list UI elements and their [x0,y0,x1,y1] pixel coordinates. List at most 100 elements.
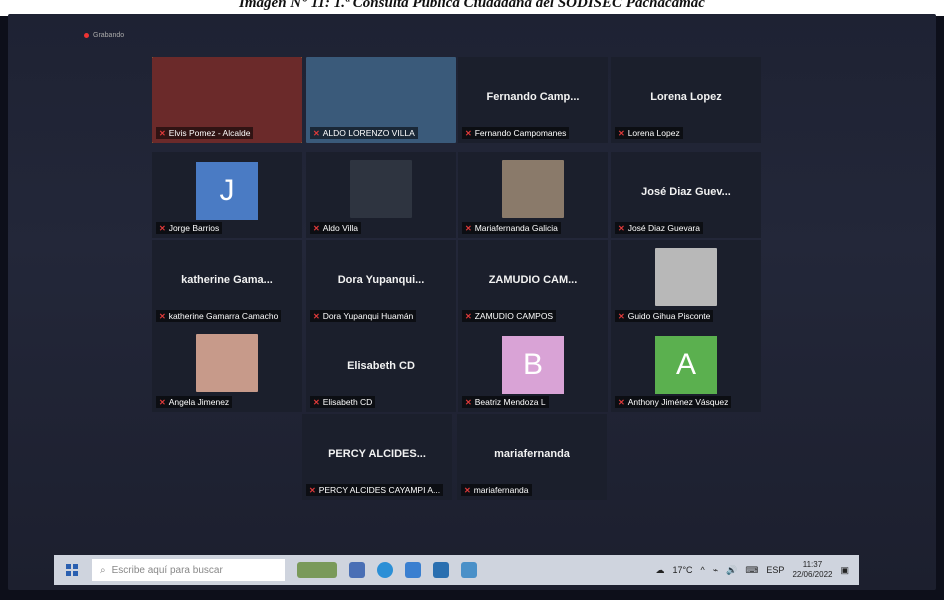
participant-name-label: ✕ ZAMUDIO CAMPOS [462,310,557,322]
file-explorer-icon[interactable] [433,562,449,578]
participant-tile[interactable]: José Diaz Guev... ✕ José Diaz Guevara [611,152,761,238]
tray-chevron-icon[interactable]: ^ [701,565,705,575]
edge-browser-icon[interactable] [377,562,393,578]
participant-tile[interactable]: Lorena Lopez ✕ Lorena Lopez [611,57,761,143]
participant-tile[interactable]: Elisabeth CD ✕ Elisabeth CD [306,326,456,412]
taskbar-landscape-icon[interactable] [297,562,337,578]
muted-mic-icon: ✕ [313,311,320,321]
participant-name: Angela Jimenez [168,397,230,407]
zoom-app-icon[interactable] [405,562,421,578]
participant-name-label: ✕ ALDO LORENZO VILLA [310,127,418,139]
participant-name-label: ✕ Guido Gihua Pisconte [615,310,714,322]
muted-mic-icon: ✕ [618,311,625,321]
participant-name-label: ✕ José Diaz Guevara [615,222,703,234]
taskbar-clock[interactable]: 11:37 22/06/2022 [792,560,832,580]
teams-app-icon[interactable] [461,562,477,578]
participant-name-label: ✕ Elisabeth CD [310,396,376,408]
participant-name: Beatriz Mendoza L [474,397,546,407]
participant-name: katherine Gamarra Camacho [168,311,279,321]
language-indicator[interactable]: ESP [766,565,784,575]
volume-icon[interactable]: 🔊 [726,565,737,576]
muted-mic-icon: ✕ [159,128,166,138]
participant-name-label: ✕ Aldo Villa [310,222,361,234]
participant-display-name: José Diaz Guev... [641,186,731,198]
recording-indicator: Grabando [84,32,124,39]
participant-display-name: Dora Yupanqui... [337,274,425,286]
participant-name: Fernando Campomanes [474,128,567,138]
muted-mic-icon: ✕ [159,397,166,407]
muted-mic-icon: ✕ [159,223,166,233]
participant-display-name: katherine Gama... [181,274,273,286]
participant-tile[interactable]: mariafernanda ✕ mariafernanda [457,414,607,500]
participant-avatar: J [196,162,258,220]
search-icon: ⌕ [100,564,106,576]
participant-name-label: ✕ Anthony Jiménez Vásquez [615,396,732,408]
windows-start-icon[interactable] [66,564,78,576]
muted-mic-icon: ✕ [313,397,320,407]
participant-tile[interactable]: ZAMUDIO CAM... ✕ ZAMUDIO CAMPOS [458,240,608,326]
participant-name-label: ✕ Jorge Barrios [156,222,223,234]
record-icon [84,33,89,38]
muted-mic-icon: ✕ [618,397,625,407]
muted-mic-icon: ✕ [465,311,472,321]
participant-display-name: ZAMUDIO CAM... [488,274,578,286]
muted-mic-icon: ✕ [464,485,471,495]
participant-name: Elvis Pomez - Alcalde [168,128,251,138]
participant-name: ALDO LORENZO VILLA [322,128,415,138]
clock-date: 22/06/2022 [792,570,833,579]
system-tray: ☁ 17°C ^ ⌁ 🔊 ⌨ ESP 11:37 22/06/2022 ▣ [655,560,859,580]
participant-name: Mariafernanda Galicia [474,223,558,233]
participant-tile[interactable]: ✕ ALDO LORENZO VILLA [306,57,456,143]
clock-time: 11:37 [802,560,823,569]
participant-name: Aldo Villa [322,223,358,233]
participant-tile[interactable]: A ✕ Anthony Jiménez Vásquez [611,326,761,412]
participant-name: PERCY ALCIDES CAYAMPI A... [318,485,441,495]
notifications-icon[interactable]: ▣ [840,565,849,576]
participant-tile[interactable]: Dora Yupanqui... ✕ Dora Yupanqui Huamán [306,240,456,326]
muted-mic-icon: ✕ [159,311,166,321]
participant-name-label: ✕ Beatriz Mendoza L [462,396,549,408]
participant-name: ZAMUDIO CAMPOS [474,311,554,321]
participant-tile[interactable]: B ✕ Beatriz Mendoza L [458,326,608,412]
keyboard-icon[interactable]: ⌨ [745,565,758,576]
participant-tile[interactable]: ✕ Aldo Villa [306,152,456,238]
participant-avatar: B [502,336,564,394]
participant-tile[interactable]: ✕ Guido Gihua Pisconte [611,240,761,326]
weather-icon: ☁ [655,564,665,575]
participant-name-label: ✕ katherine Gamarra Camacho [156,310,282,322]
muted-mic-icon: ✕ [465,397,472,407]
muted-mic-icon: ✕ [618,223,625,233]
participant-name: Anthony Jiménez Vásquez [627,397,729,407]
participant-name: Dora Yupanqui Huamán [322,311,414,321]
participant-display-name: Lorena Lopez [650,91,722,103]
participant-name: Guido Gihua Pisconte [627,311,711,321]
participant-tile[interactable]: PERCY ALCIDES... ✕ PERCY ALCIDES CAYAMPI A… [302,414,452,500]
participant-name-label: ✕ Dora Yupanqui Huamán [310,310,417,322]
participant-video [502,160,564,218]
task-view-icon[interactable] [349,562,365,578]
participant-tile[interactable]: ✕ Angela Jimenez [152,326,302,412]
participant-name: Jorge Barrios [168,223,220,233]
participant-tile[interactable]: Fernando Camp... ✕ Fernando Campomanes [458,57,608,143]
muted-mic-icon: ✕ [618,128,625,138]
participant-name: Lorena Lopez [627,128,680,138]
participant-tile[interactable]: J ✕ Jorge Barrios [152,152,302,238]
participant-name: Elisabeth CD [322,397,373,407]
muted-mic-icon: ✕ [313,223,320,233]
participant-tile[interactable]: ✕ Mariafernanda Galicia [458,152,608,238]
recording-label: Grabando [93,32,125,39]
participant-name-label: ✕ PERCY ALCIDES CAYAMPI A... [306,484,444,496]
taskbar-search-input[interactable]: ⌕ Escribe aquí para buscar [92,559,285,581]
participant-display-name: mariafernanda [494,448,570,460]
participant-name: mariafernanda [473,485,529,495]
participant-tile[interactable]: ✕ Elvis Pomez - Alcalde [152,57,302,143]
muted-mic-icon: ✕ [465,223,472,233]
muted-mic-icon: ✕ [309,485,316,495]
participant-display-name: Elisabeth CD [347,360,415,372]
participant-name-label: ✕ Angela Jimenez [156,396,233,408]
participant-tile[interactable]: katherine Gama... ✕ katherine Gamarra Cama… [152,240,302,326]
network-icon[interactable]: ⌁ [713,565,718,576]
participant-name-label: ✕ Mariafernanda Galicia [462,222,561,234]
participant-video [655,248,717,306]
muted-mic-icon: ✕ [313,128,320,138]
